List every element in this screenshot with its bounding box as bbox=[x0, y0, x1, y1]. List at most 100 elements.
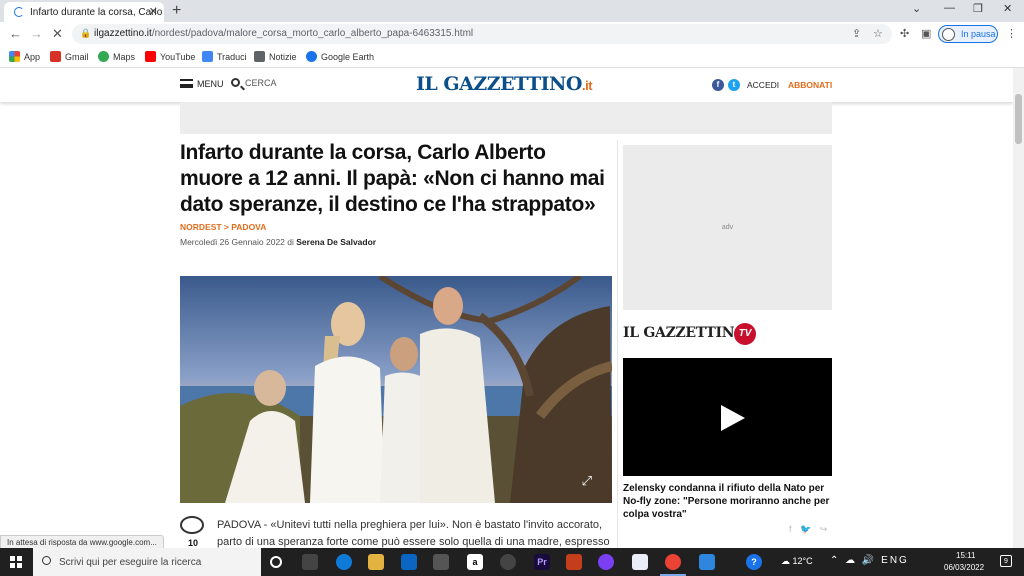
page-scrollbar[interactable] bbox=[1013, 68, 1024, 548]
bookmark-notizie[interactable]: Notizie bbox=[254, 51, 297, 62]
gazzettino-tv-logo[interactable]: IL GAZZETTINO bbox=[623, 325, 746, 341]
site-header: MENU CERCA IL GAZZETTINO.it f t ACCEDI A… bbox=[0, 68, 1013, 102]
tv-badge: TV bbox=[734, 323, 756, 345]
taskbar: Scrivi qui per eseguire la ricerca a Pr … bbox=[0, 548, 1024, 576]
comments-count[interactable]: 10 bbox=[188, 538, 198, 548]
system-tray[interactable]: ⌃ ☁ 🔊 ENG bbox=[830, 555, 909, 566]
bookmark-google-earth[interactable]: Google Earth bbox=[306, 51, 374, 62]
status-bar: In attesa di risposta da www.google.com.… bbox=[0, 535, 164, 549]
bookmark-maps[interactable]: Maps bbox=[98, 51, 135, 62]
temperature: 12°C bbox=[792, 556, 813, 566]
bookmark-youtube[interactable]: YouTube bbox=[145, 51, 195, 62]
body-paragraph: «Unitevi tutti nella preghiera per lui».… bbox=[217, 519, 610, 548]
side-panel-icon[interactable]: ▣ bbox=[921, 27, 931, 40]
notifications-icon[interactable]: 9 bbox=[1000, 555, 1012, 567]
breadcrumb-padova[interactable]: PADOVA bbox=[231, 222, 266, 232]
bookmark-label: App bbox=[24, 52, 41, 62]
tab-search-icon[interactable]: ⌄ bbox=[912, 2, 921, 15]
article-author[interactable]: Serena De Salvador bbox=[296, 237, 376, 247]
bookmark-traduci[interactable]: Traduci bbox=[202, 51, 247, 62]
menu-label: MENU bbox=[197, 79, 224, 89]
photos-icon[interactable] bbox=[699, 554, 715, 570]
stop-loading-icon[interactable]: ✕ bbox=[52, 26, 63, 42]
column-divider bbox=[617, 140, 618, 548]
body-dateline: PADOVA - bbox=[217, 519, 271, 531]
breadcrumb: NORDEST > PADOVA bbox=[180, 222, 612, 232]
taskbar-search-box[interactable]: Scrivi qui per eseguire la ricerca bbox=[33, 548, 261, 576]
translate-icon bbox=[202, 51, 213, 62]
tab-close-icon[interactable]: ✕ bbox=[149, 5, 158, 18]
app-drop-icon[interactable] bbox=[598, 554, 614, 570]
article-body: PADOVA - «Unitevi tutti nella preghiera … bbox=[217, 517, 612, 548]
breadcrumb-separator: > bbox=[221, 222, 232, 232]
store-icon[interactable] bbox=[433, 554, 449, 570]
scrollbar-thumb[interactable] bbox=[1015, 94, 1022, 144]
login-link[interactable]: ACCEDI bbox=[747, 80, 779, 90]
kebab-menu-icon[interactable]: ⋮ bbox=[1006, 27, 1017, 40]
avatar bbox=[942, 28, 955, 41]
minimize-button[interactable]: — bbox=[944, 2, 955, 14]
search-icon bbox=[231, 78, 240, 87]
tab-bar: Infarto durante la corsa, Carlo Alb ✕ + … bbox=[0, 0, 1024, 22]
breadcrumb-nordest[interactable]: NORDEST bbox=[180, 222, 222, 232]
amazon-icon[interactable]: a bbox=[467, 554, 483, 570]
maps-icon bbox=[98, 51, 109, 62]
menu-button[interactable]: MENU bbox=[180, 79, 224, 89]
article-headline: Infarto durante la corsa, Carlo Alberto … bbox=[180, 141, 605, 216]
address-toolbar: ← → ✕ 🔒 ilgazzettino.it/nordest/padova/m… bbox=[0, 22, 1024, 46]
back-arrow-icon[interactable]: ← bbox=[9, 26, 22, 41]
clock-date[interactable]: 06/03/2022 bbox=[944, 563, 984, 572]
extensions-puzzle-icon[interactable]: ✣ bbox=[900, 27, 909, 40]
article-photo[interactable]: ⤢ bbox=[180, 276, 612, 503]
mail-icon[interactable] bbox=[401, 554, 417, 570]
edge-icon[interactable] bbox=[336, 554, 352, 570]
subscribe-link[interactable]: ABBONATI bbox=[788, 80, 832, 90]
video-caption[interactable]: Zelensky condanna il rifiuto della Nato … bbox=[623, 482, 835, 521]
bookmark-app[interactable]: App bbox=[9, 51, 40, 62]
article-date: Mercoledì 26 Gennaio 2022 bbox=[180, 237, 285, 247]
browser-tab[interactable]: Infarto durante la corsa, Carlo Alb ✕ bbox=[4, 2, 164, 22]
maximize-button[interactable]: ❐ bbox=[973, 2, 983, 15]
share-icons[interactable]: f 🐦 ↪ bbox=[789, 524, 830, 535]
share-icon[interactable]: ⇪ bbox=[852, 27, 861, 40]
twitter-icon[interactable]: t bbox=[728, 79, 740, 91]
bookmark-gmail[interactable]: Gmail bbox=[50, 51, 89, 62]
bookmark-star-icon[interactable]: ☆ bbox=[873, 27, 883, 40]
new-tab-button[interactable]: + bbox=[172, 2, 181, 20]
search-button[interactable]: CERCA bbox=[231, 78, 277, 88]
play-icon[interactable] bbox=[721, 405, 745, 431]
app-icon[interactable] bbox=[500, 554, 516, 570]
facebook-icon[interactable]: f bbox=[712, 79, 724, 91]
forward-arrow-icon[interactable]: → bbox=[30, 26, 43, 41]
profile-paused-button[interactable]: In pausa bbox=[938, 25, 998, 43]
bookmark-label: Notizie bbox=[269, 52, 297, 62]
tab-title: Infarto durante la corsa, Carlo Alb bbox=[30, 7, 164, 18]
video-player[interactable] bbox=[623, 358, 832, 476]
windows-start-icon[interactable] bbox=[10, 556, 22, 568]
notepad-icon[interactable] bbox=[632, 554, 648, 570]
file-explorer-icon[interactable] bbox=[368, 554, 384, 570]
search-icon bbox=[42, 556, 51, 565]
cortana-icon[interactable] bbox=[270, 556, 282, 568]
bookmark-label: Maps bbox=[113, 52, 136, 62]
youtube-icon bbox=[145, 51, 156, 62]
chrome-icon[interactable] bbox=[665, 554, 681, 570]
news-icon bbox=[254, 51, 265, 62]
article-byline: Mercoledì 26 Gennaio 2022 di Serena De S… bbox=[180, 237, 612, 247]
loading-spinner-icon bbox=[14, 7, 24, 17]
site-logo[interactable]: IL GAZZETTINO.it bbox=[416, 73, 593, 95]
expand-image-icon[interactable]: ⤢ bbox=[582, 473, 592, 489]
clock-time[interactable]: 15:11 bbox=[956, 551, 975, 560]
url-host: ilgazzettino.it bbox=[94, 28, 152, 39]
help-icon[interactable]: ? bbox=[746, 554, 762, 570]
close-window-button[interactable]: ✕ bbox=[1003, 2, 1012, 15]
powerpoint-icon[interactable] bbox=[566, 554, 582, 570]
bookmark-label: Google Earth bbox=[321, 52, 375, 62]
url-path: /nordest/padova/malore_corsa_morto_carlo… bbox=[151, 28, 474, 39]
task-view-icon[interactable] bbox=[302, 554, 318, 570]
comments-icon[interactable] bbox=[180, 516, 204, 534]
premiere-icon[interactable]: Pr bbox=[534, 554, 550, 570]
weather-widget[interactable]: ☁ 12°C bbox=[781, 556, 813, 567]
url-bar[interactable]: 🔒 ilgazzettino.it/nordest/padova/malore_… bbox=[72, 24, 892, 44]
top-ad-banner bbox=[180, 102, 832, 134]
